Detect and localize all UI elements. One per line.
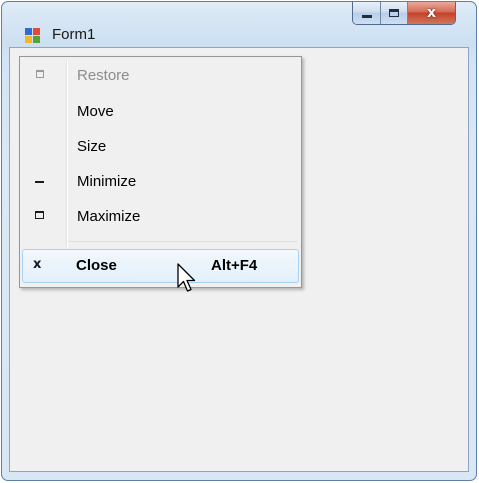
- close-icon: x: [33, 257, 42, 272]
- menu-item-label: Maximize: [77, 208, 141, 225]
- minimize-button[interactable]: [353, 2, 381, 24]
- menu-item-size[interactable]: Size: [22, 131, 299, 163]
- menu-item-label: Minimize: [77, 173, 137, 190]
- window-title: Form1: [52, 26, 96, 43]
- windows-form-icon[interactable]: [25, 28, 41, 44]
- menu-item-label: Restore: [77, 67, 130, 84]
- maximize-icon: [35, 211, 44, 219]
- menu-item-minimize[interactable]: Minimize: [22, 166, 299, 198]
- menu-item-restore[interactable]: Restore: [22, 60, 299, 92]
- restore-icon: [36, 70, 44, 78]
- mouse-cursor-icon: [177, 263, 196, 292]
- maximize-button[interactable]: [381, 2, 408, 24]
- maximize-icon: [389, 9, 399, 17]
- menu-item-shortcut: Alt+F4: [211, 257, 258, 274]
- minimize-icon: [35, 181, 44, 183]
- menu-item-label: Size: [77, 138, 107, 155]
- minimize-icon: [361, 15, 372, 18]
- close-button[interactable]: x: [408, 2, 455, 24]
- menu-item-label: Close: [76, 257, 117, 274]
- system-menu: Restore Move Size Minimize Maximize x Cl…: [19, 56, 302, 288]
- title-bar[interactable]: Form1 x: [2, 2, 476, 48]
- menu-item-label: Move: [77, 103, 114, 120]
- close-icon: x: [426, 5, 437, 21]
- menu-item-close[interactable]: x Close Alt+F4: [22, 249, 299, 283]
- menu-separator: [68, 241, 297, 242]
- menu-item-maximize[interactable]: Maximize: [22, 201, 299, 233]
- caption-buttons: x: [352, 2, 456, 25]
- menu-item-move[interactable]: Move: [22, 96, 299, 128]
